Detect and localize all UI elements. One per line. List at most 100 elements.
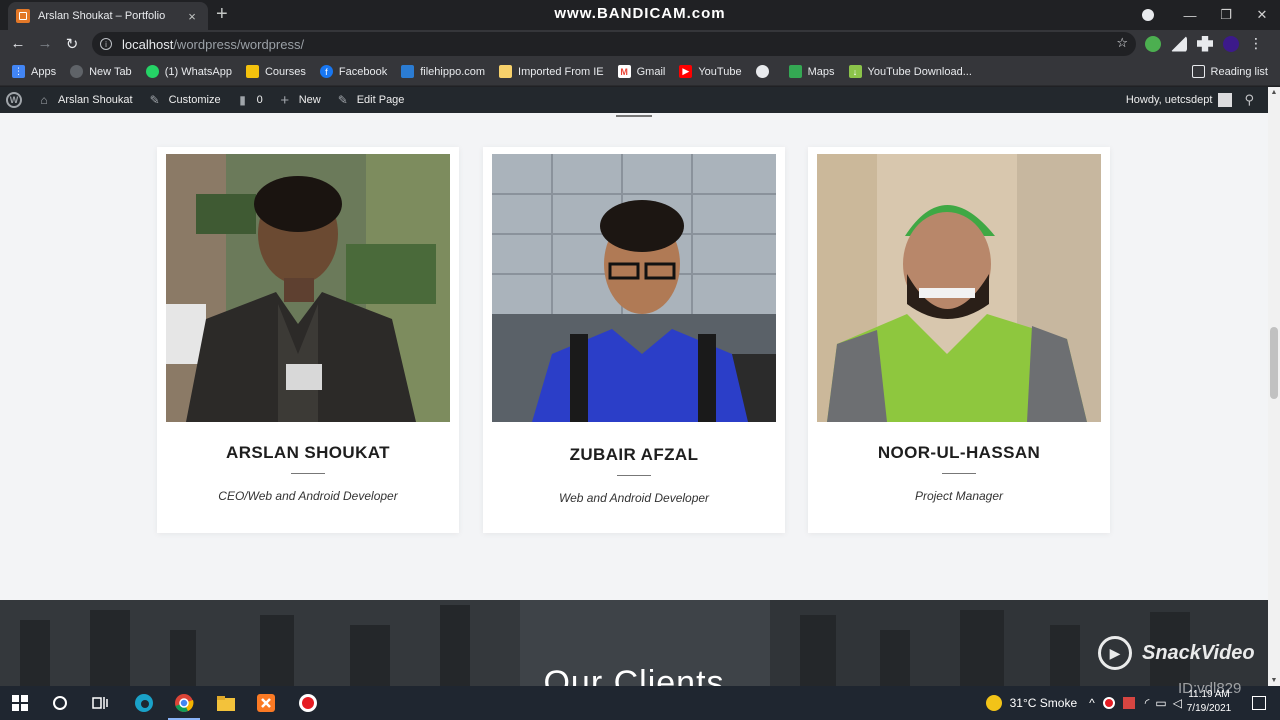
apps-grid-icon: ⋮ xyxy=(12,65,25,78)
bookmarks-bar: ⋮ Apps New Tab (1) WhatsApp Courses f Face… xyxy=(0,58,1280,86)
maximize-button[interactable]: ❐ xyxy=(1208,7,1244,23)
page-content: ARSLAN SHOUKAT CEO/Web and Android Devel… xyxy=(0,113,1268,686)
tab-search-icon[interactable] xyxy=(1142,9,1154,21)
team-member-role: Web and Android Developer xyxy=(558,491,710,505)
reload-icon[interactable]: ↻ xyxy=(62,35,82,53)
team-member-name: ARSLAN SHOUKAT xyxy=(226,443,390,462)
team-member-name: NOOR-UL-HASSAN xyxy=(877,443,1041,462)
team-card: NOOR-UL-HASSAN Project Manager xyxy=(808,147,1110,533)
folder-icon xyxy=(499,65,513,78)
comments-link[interactable]: ▮ 0 xyxy=(235,92,262,108)
courses-icon xyxy=(245,65,259,78)
wordpress-logo-icon: W xyxy=(6,92,22,108)
youtube-icon: ▶ xyxy=(679,65,693,78)
new-content-link[interactable]: + New xyxy=(277,91,320,109)
chrome-browser-icon[interactable] xyxy=(174,693,194,713)
name-divider xyxy=(617,475,651,476)
scroll-down-arrow-icon[interactable]: ▼ xyxy=(1268,677,1280,684)
profile-avatar[interactable] xyxy=(1223,35,1239,52)
team-member-photo xyxy=(492,154,776,422)
bookmark-imported-from-ie[interactable]: Imported From IE xyxy=(499,65,604,78)
extensions-area: ⋮ xyxy=(1145,35,1263,52)
bookmark-gmail[interactable]: M Gmail xyxy=(617,65,665,78)
scrollbar-thumb[interactable] xyxy=(1270,327,1278,399)
close-window-button[interactable]: ✕ xyxy=(1244,7,1280,23)
pencil-icon: ✎ xyxy=(337,93,348,107)
browser-tab-strip: Arslan Shoukat – Portfolio × + www.BANDI… xyxy=(0,0,1280,30)
team-member-photo xyxy=(817,154,1101,422)
id-watermark: ID:vdl829 xyxy=(1178,680,1242,697)
customize-link[interactable]: ✎ Customize xyxy=(147,92,221,108)
app-tray-icon[interactable] xyxy=(1122,697,1135,709)
section-divider xyxy=(616,115,652,117)
bandicam-recorder-icon[interactable] xyxy=(298,693,318,713)
user-avatar[interactable] xyxy=(1218,93,1233,107)
scroll-up-arrow-icon[interactable]: ▲ xyxy=(1268,89,1280,96)
edge-browser-icon[interactable] xyxy=(134,693,154,713)
dashboard-icon: ⌂ xyxy=(40,93,48,107)
globe-icon xyxy=(70,65,84,78)
reading-list-button[interactable]: Reading list xyxy=(1191,65,1268,78)
url-text[interactable]: localhost/wordpress/wordpress/ xyxy=(122,37,304,52)
globe-icon xyxy=(755,65,769,78)
clock-date: 7/19/2021 xyxy=(1186,703,1232,714)
bookmark-whatsapp[interactable]: (1) WhatsApp xyxy=(145,65,232,78)
team-card: ZUBAIR AFZAL Web and Android Developer xyxy=(483,147,785,533)
edit-page-link[interactable]: ✎ Edit Page xyxy=(335,92,405,108)
snackvideo-logo-icon: ▶ xyxy=(1098,636,1132,670)
team-member-name: ZUBAIR AFZAL xyxy=(569,445,699,464)
name-divider xyxy=(942,473,976,474)
bookmark-star-icon[interactable]: ☆ xyxy=(1116,35,1128,51)
clients-section: Our Clients ▶ SnackVideo xyxy=(0,600,1268,686)
plus-icon: + xyxy=(280,91,290,109)
search-icon[interactable]: ⚲ xyxy=(1244,92,1254,108)
bookmark-facebook[interactable]: f Facebook xyxy=(319,65,387,78)
weather-widget[interactable]: 31°C Smoke xyxy=(985,695,1077,711)
site-name-link[interactable]: ⌂ Arslan Shoukat xyxy=(36,92,132,108)
extensions-puzzle-icon[interactable] xyxy=(1197,35,1213,52)
network-wifi-icon[interactable]: ◜ xyxy=(1145,696,1150,710)
page-scrollbar[interactable]: ▲ ▼ xyxy=(1268,87,1280,686)
comment-icon: ▮ xyxy=(239,93,246,107)
team-member-role: CEO/Web and Android Developer xyxy=(218,489,398,503)
name-divider xyxy=(291,473,325,474)
bookmark-apps[interactable]: ⋮ Apps xyxy=(12,65,56,78)
bookmark-maps[interactable]: Maps xyxy=(788,65,835,78)
wordpress-admin-bar: W ⌂ Arslan Shoukat ✎ Customize ▮ 0 + New ✎ Ed… xyxy=(0,87,1268,113)
extension-icon[interactable] xyxy=(1145,35,1161,52)
site-info-icon[interactable]: i xyxy=(100,38,112,50)
whatsapp-icon xyxy=(145,65,159,78)
windows-start-icon[interactable] xyxy=(10,693,30,713)
filehippo-icon xyxy=(401,65,415,78)
recording-indicator-icon[interactable] xyxy=(1102,697,1115,709)
gmail-icon: M xyxy=(617,65,631,78)
xampp-icon[interactable] xyxy=(256,693,276,713)
maps-icon xyxy=(788,65,802,78)
battery-icon[interactable]: ▭ xyxy=(1155,696,1166,710)
forward-arrow-icon[interactable]: → xyxy=(35,35,55,52)
extension-icon[interactable] xyxy=(1171,35,1187,52)
address-bar[interactable]: i localhost/wordpress/wordpress/ ☆ xyxy=(92,32,1136,56)
search-circle-icon[interactable] xyxy=(50,693,70,713)
minimize-button[interactable]: — xyxy=(1172,8,1208,23)
clients-heading: Our Clients xyxy=(543,664,725,686)
brush-icon: ✎ xyxy=(149,93,160,107)
task-view-icon[interactable] xyxy=(90,693,110,713)
bookmark-courses[interactable]: Courses xyxy=(245,65,306,78)
file-explorer-icon[interactable] xyxy=(216,693,236,713)
wordpress-logo-button[interactable]: W xyxy=(6,92,22,108)
bandicam-watermark: www.BANDICAM.com xyxy=(554,5,726,22)
notifications-icon[interactable] xyxy=(1252,696,1266,710)
windows-taskbar: 31°C Smoke ^ ◜ ▭ ◁ 11:19 AM 7/19/2021 ID… xyxy=(0,680,1280,720)
howdy-user-link[interactable]: Howdy, uetcsdept xyxy=(1126,94,1213,106)
reading-list-icon xyxy=(1191,65,1205,78)
menu-kebab-icon[interactable]: ⋮ xyxy=(1249,35,1263,52)
tray-chevron-up-icon[interactable]: ^ xyxy=(1089,696,1095,710)
back-arrow-icon[interactable]: ← xyxy=(8,35,28,52)
bookmark-new-tab[interactable]: New Tab xyxy=(70,65,132,78)
bookmark-globe[interactable] xyxy=(755,65,775,78)
bookmark-filehippo[interactable]: filehippo.com xyxy=(401,65,485,78)
window-controls: — ❐ ✕ xyxy=(1172,0,1280,30)
bookmark-youtube[interactable]: ▶ YouTube xyxy=(679,65,742,78)
bookmark-youtube-download[interactable]: ↓ YouTube Download... xyxy=(848,65,972,78)
